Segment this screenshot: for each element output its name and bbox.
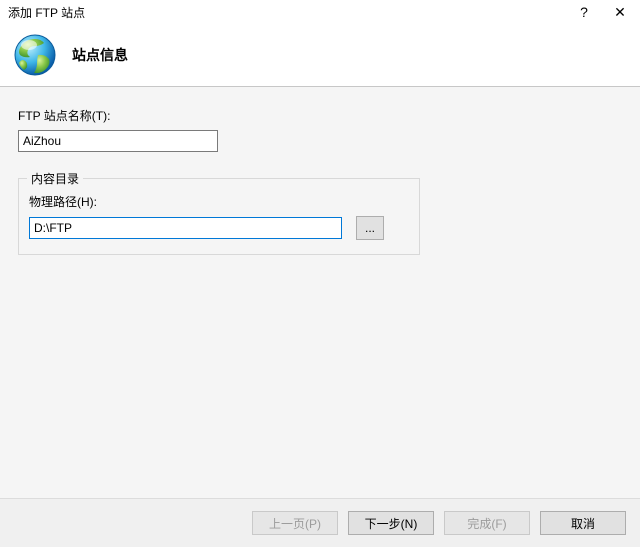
content-directory-legend: 内容目录 xyxy=(27,170,83,187)
browse-button[interactable]: ... xyxy=(356,216,384,240)
titlebar: 添加 FTP 站点 ? ✕ xyxy=(0,0,640,24)
help-button[interactable]: ? xyxy=(566,0,602,24)
cancel-button[interactable]: 取消 xyxy=(540,511,626,535)
site-name-field: FTP 站点名称(T): xyxy=(18,107,622,152)
globe-icon xyxy=(12,32,58,78)
site-name-input[interactable] xyxy=(18,130,218,152)
close-button[interactable]: ✕ xyxy=(602,0,638,24)
wizard-header: 站点信息 xyxy=(0,24,640,87)
wizard-content: FTP 站点名称(T): 内容目录 物理路径(H): ... xyxy=(0,87,640,498)
physical-path-row: ... xyxy=(29,216,409,240)
close-icon: ✕ xyxy=(614,4,626,21)
wizard-footer: 上一页(P) 下一步(N) 完成(F) 取消 xyxy=(0,498,640,547)
site-name-label: FTP 站点名称(T): xyxy=(18,107,622,124)
physical-path-input[interactable] xyxy=(29,217,342,239)
ellipsis-icon: ... xyxy=(365,221,375,235)
wizard-title: 站点信息 xyxy=(72,45,128,65)
next-button[interactable]: 下一步(N) xyxy=(348,511,434,535)
finish-button: 完成(F) xyxy=(444,511,530,535)
content-directory-group: 内容目录 物理路径(H): ... xyxy=(18,178,420,255)
window-title: 添加 FTP 站点 xyxy=(8,4,566,21)
previous-button: 上一页(P) xyxy=(252,511,338,535)
help-icon: ? xyxy=(580,4,588,20)
physical-path-label: 物理路径(H): xyxy=(29,193,409,210)
